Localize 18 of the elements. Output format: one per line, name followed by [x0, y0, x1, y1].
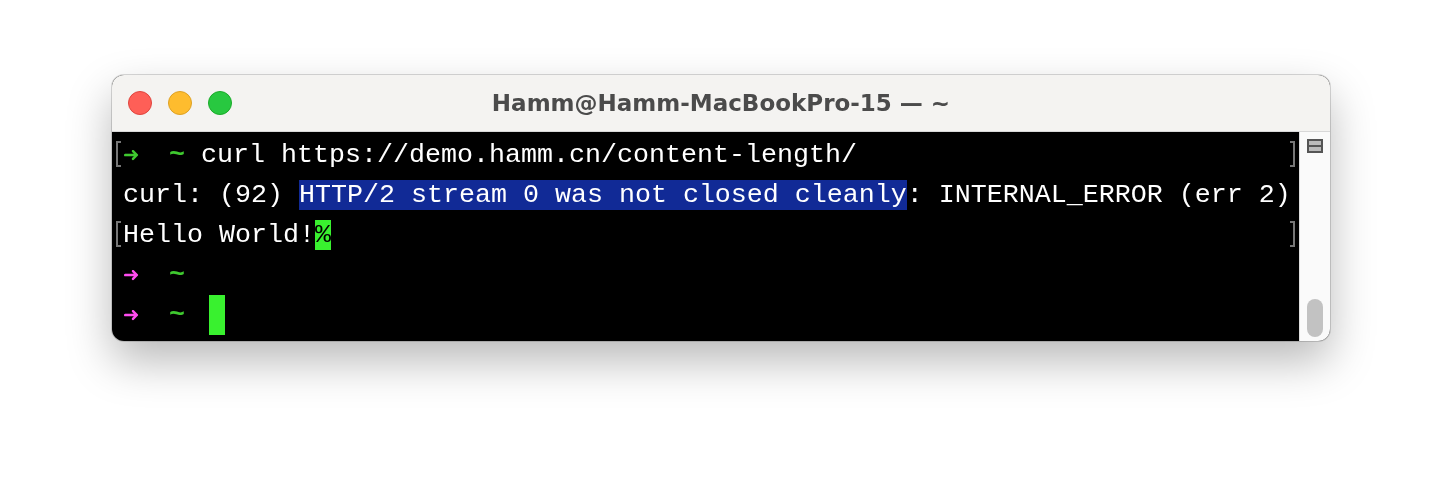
prompt-directory: ~ — [169, 260, 186, 290]
scroll-thumb[interactable] — [1307, 299, 1323, 337]
command-text: curl https://demo.hamm.cn/content-length/ — [201, 140, 857, 170]
prompt-directory: ~ — [169, 140, 186, 170]
output-text: Hello World! — [123, 220, 315, 250]
split-pane-icon[interactable] — [1306, 138, 1324, 154]
prompt-arrow: ➜ — [123, 140, 140, 172]
close-button[interactable] — [128, 91, 152, 115]
selected-text: HTTP/2 stream 0 was not closed cleanly — [298, 180, 907, 210]
output-text: : INTERNAL_ERROR (err 2) — [906, 180, 1291, 210]
prompt-arrow: ➜ — [123, 260, 140, 292]
prompt-directory: ~ — [169, 300, 186, 330]
window-title: Hamm@Hamm-MacBookPro-15 — ~ — [491, 90, 951, 116]
prompt-arrow: ➜ — [123, 300, 140, 332]
no-newline-mark: % — [314, 220, 331, 250]
zoom-button[interactable] — [208, 91, 232, 115]
minimize-button[interactable] — [168, 91, 192, 115]
output-text: curl: (92) — [123, 180, 284, 210]
